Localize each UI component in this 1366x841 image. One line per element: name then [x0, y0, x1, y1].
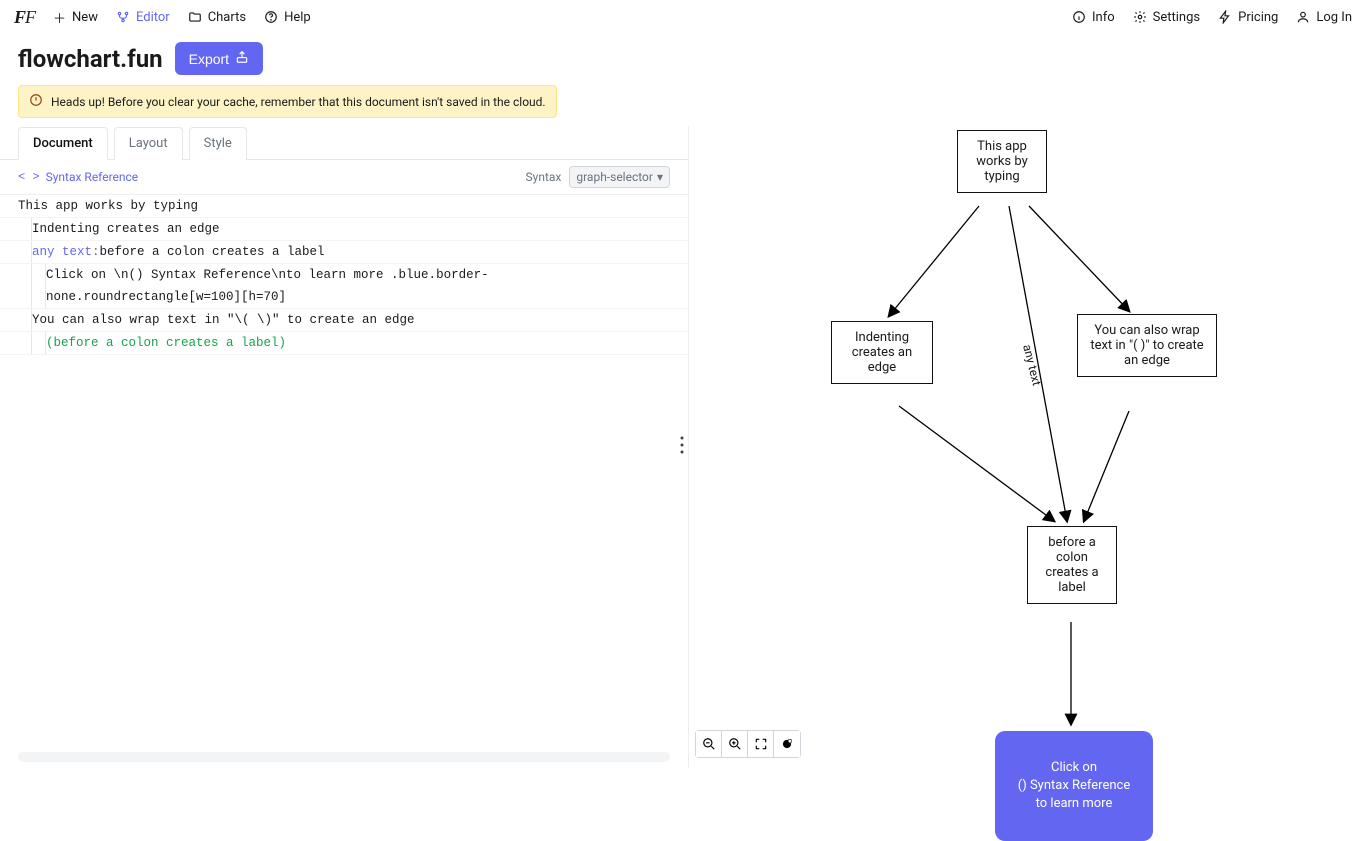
nav-pricing[interactable]: Pricing [1218, 10, 1278, 25]
node-text-l2: () Syntax Reference [1018, 777, 1130, 795]
editor-text: Click on \n() Syntax Reference\nto learn… [46, 264, 670, 308]
flow-node[interactable]: before a colon creates a label [1027, 526, 1117, 604]
gear-icon [1133, 10, 1147, 24]
editor-pane: Document Layout Style < > Syntax Referen… [0, 126, 688, 768]
syntax-selector-value: graph-selector [576, 170, 653, 184]
help-icon [264, 10, 278, 24]
nav-help[interactable]: Help [264, 10, 311, 25]
export-label: Export [189, 51, 229, 67]
flow-node-blue[interactable]: Click on () Syntax Reference to learn mo… [995, 731, 1153, 841]
plus-icon: ＋ [53, 8, 66, 27]
flow-node[interactable]: This app works by typing [957, 130, 1047, 193]
nav-login[interactable]: Log In [1296, 10, 1352, 25]
title-row: flowchart.fun Export [0, 34, 1366, 85]
zoom-in-button[interactable] [722, 731, 748, 757]
banner-text: Heads up! Before you clear your cache, r… [51, 95, 546, 109]
nav-settings-label: Settings [1153, 10, 1200, 25]
topbar: FF ＋ New Editor Charts Help [0, 0, 1366, 34]
indent-guide [18, 309, 32, 331]
node-text-l3: to learn more [1036, 795, 1113, 813]
nav-editor-label: Editor [136, 10, 170, 25]
doc-title: flowchart.fun [18, 45, 163, 73]
pane-divider-handle[interactable] [676, 427, 688, 467]
editor-line: Indenting creates an edge [0, 218, 688, 241]
canvas-pane[interactable]: This app works by typing Indenting creat… [688, 126, 1366, 768]
syntax-selector[interactable]: graph-selector ▾ [569, 166, 670, 188]
editor-text: before a colon creates a label [100, 241, 325, 263]
nav-info-label: Info [1092, 10, 1115, 25]
cache-warning-banner: Heads up! Before you clear your cache, r… [18, 85, 557, 118]
node-text: This app works by typing [968, 139, 1036, 184]
node-text: Indenting creates an edge [842, 330, 922, 375]
syntax-selector-group: Syntax graph-selector ▾ [526, 166, 670, 188]
editor-text: Indenting creates an edge [32, 218, 220, 240]
nav-pricing-label: Pricing [1238, 10, 1278, 25]
editor-line: any text: before a colon creates a label [0, 241, 688, 264]
flowchart-canvas[interactable]: This app works by typing Indenting creat… [689, 126, 1366, 768]
nav-info[interactable]: Info [1072, 10, 1115, 25]
folder-icon [188, 10, 202, 24]
node-text: You can also wrap text in "( )" to creat… [1088, 323, 1206, 368]
code-editor[interactable]: This app works by typing Indenting creat… [0, 194, 688, 377]
warning-icon [29, 93, 43, 110]
indent-guide [32, 332, 46, 354]
indent-guide [18, 218, 32, 240]
nav-help-label: Help [284, 10, 311, 25]
indent-guide [18, 264, 32, 308]
info-icon [1072, 10, 1086, 24]
syntax-bar: < > Syntax Reference Syntax graph-select… [0, 160, 688, 194]
reset-button[interactable] [774, 731, 800, 757]
horizontal-scrollbar[interactable] [18, 752, 670, 762]
syntax-label: Syntax [526, 170, 562, 184]
nav-new-label: New [72, 10, 98, 25]
nav-settings[interactable]: Settings [1133, 10, 1200, 25]
editor-line: (before a colon creates a label) [0, 332, 688, 355]
editor-line [0, 355, 688, 377]
flow-node[interactable]: Indenting creates an edge [831, 321, 933, 384]
editor-line: Click on \n() Syntax Reference\nto learn… [0, 264, 688, 309]
edges-layer [689, 126, 1366, 768]
logo: FF [14, 7, 35, 28]
nav-charts-label: Charts [208, 10, 246, 25]
editor-line: You can also wrap text in "\( \)" to cre… [0, 309, 688, 332]
flow-node[interactable]: You can also wrap text in "( )" to creat… [1077, 314, 1217, 377]
syntax-ref-label: Syntax Reference [46, 170, 139, 184]
chevron-down-icon: ▾ [657, 170, 663, 184]
editor-token-paren: (before a colon creates a label) [46, 332, 286, 354]
indent-guide [18, 332, 32, 354]
tabs-row: Document Layout Style [0, 126, 688, 160]
node-text: before a colon creates a label [1038, 535, 1106, 595]
zoom-out-button[interactable] [696, 731, 722, 757]
bolt-icon [1218, 10, 1232, 24]
canvas-controls [695, 730, 801, 758]
main-split: Document Layout Style < > Syntax Referen… [0, 126, 1366, 768]
nav-new[interactable]: ＋ New [53, 8, 98, 27]
editor-text: This app works by typing [18, 195, 198, 217]
tab-style[interactable]: Style [189, 127, 247, 160]
editor-icon [116, 10, 130, 24]
tab-document[interactable]: Document [18, 127, 108, 160]
user-icon [1296, 10, 1310, 24]
topbar-right: Info Settings Pricing Log In [1072, 10, 1352, 25]
editor-text: You can also wrap text in "\( \)" to cre… [32, 309, 415, 331]
fit-button[interactable] [748, 731, 774, 757]
editor-line: This app works by typing [0, 195, 688, 218]
export-button[interactable]: Export [175, 42, 263, 75]
syntax-reference-link[interactable]: < > Syntax Reference [18, 170, 138, 184]
nav-editor[interactable]: Editor [116, 10, 170, 25]
share-icon [235, 50, 249, 67]
indent-guide [18, 241, 32, 263]
tab-layout[interactable]: Layout [114, 127, 183, 160]
code-icon: < > [18, 170, 40, 184]
nav-charts[interactable]: Charts [188, 10, 246, 25]
topbar-left: FF ＋ New Editor Charts Help [14, 7, 311, 28]
nav-login-label: Log In [1316, 10, 1352, 25]
editor-token-label: any text: [32, 241, 100, 263]
indent-guide [32, 264, 46, 308]
